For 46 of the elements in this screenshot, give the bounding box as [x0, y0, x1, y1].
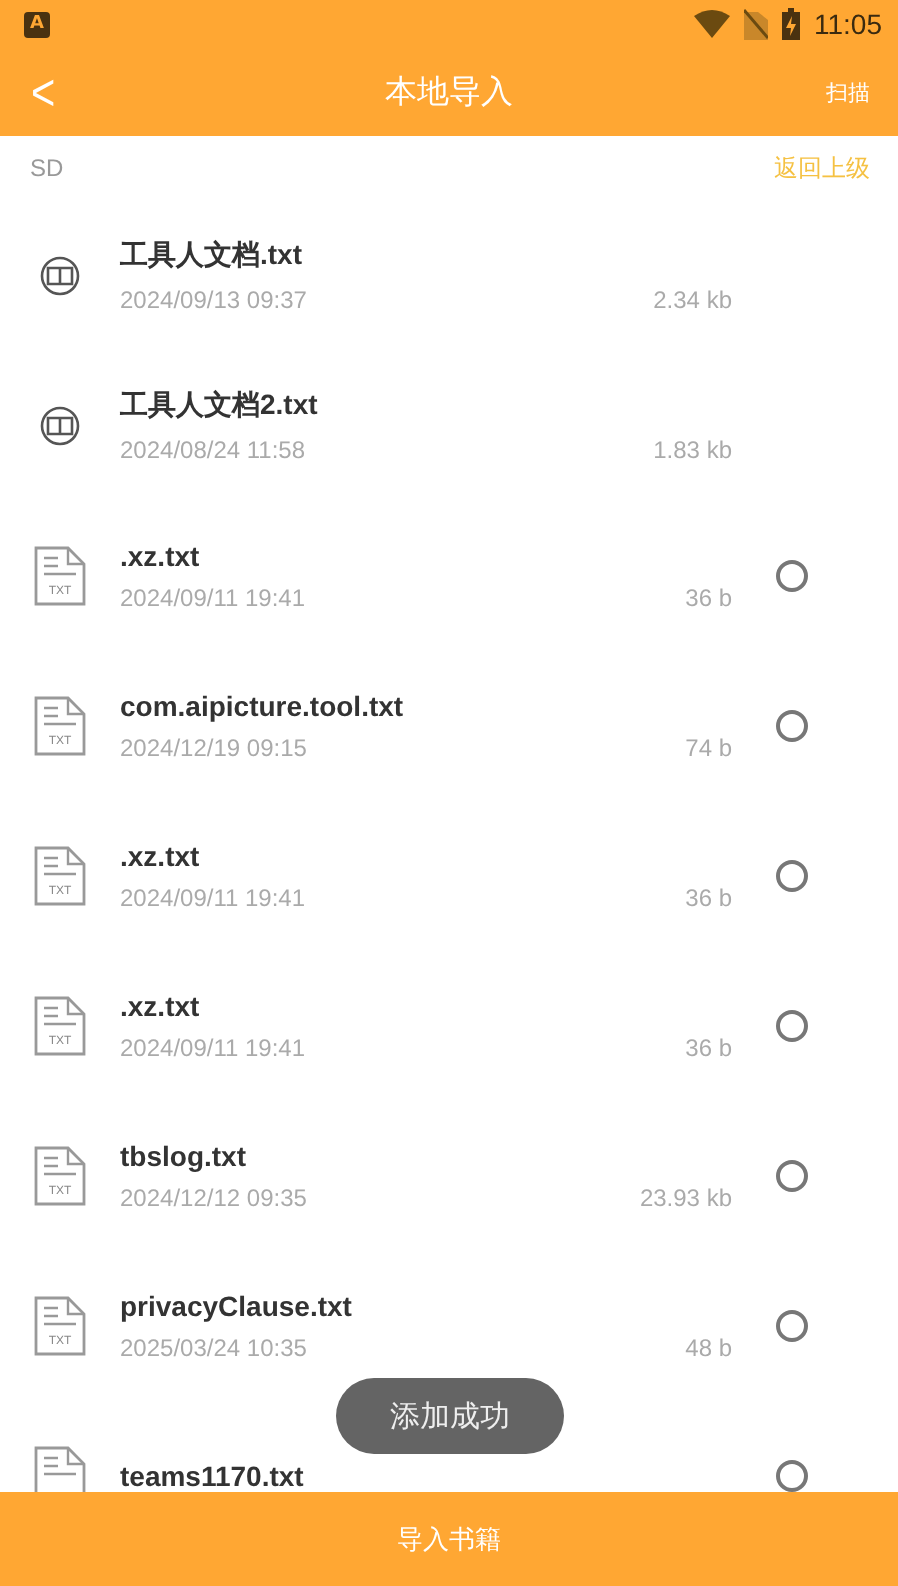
- file-date: 2024/09/13 09:37: [120, 285, 307, 313]
- file-name: tbslog.txt: [120, 1139, 248, 1171]
- scan-button[interactable]: 扫描: [798, 77, 898, 107]
- folder-path: SD: [30, 154, 64, 182]
- file-name: privacyClause.txt: [120, 1289, 354, 1321]
- parent-folder-link[interactable]: 返回上级: [774, 151, 870, 185]
- file-name: com.aipicture.tool.txt: [120, 689, 406, 721]
- file-size: 48 b: [685, 1333, 732, 1361]
- import-books-button[interactable]: 导入书籍: [0, 1492, 898, 1586]
- radio-button[interactable]: [776, 1009, 808, 1041]
- file-date: 2024/12/12 09:35: [120, 1183, 307, 1211]
- file-date: 2024/09/11 19:41: [120, 883, 306, 911]
- file-date: 2025/03/24 10:35: [120, 1333, 307, 1361]
- book-icon: [40, 405, 80, 445]
- radio-button[interactable]: [776, 1309, 808, 1341]
- book-icon: [40, 255, 80, 295]
- file-size: 1.83 kb: [653, 435, 732, 463]
- file-date: 2024/09/11 19:41: [120, 1033, 306, 1061]
- file-date: 2024/12/19 09:15: [120, 733, 307, 761]
- file-size: 2.34 kb: [653, 285, 732, 313]
- file-size: 23.93 kb: [639, 1183, 732, 1211]
- file-name: teams1170.txt: [120, 1459, 306, 1491]
- file-name: 工具人文档2.txt: [120, 387, 320, 423]
- file-size: 36 b: [685, 883, 732, 911]
- file-name: .xz.txt: [120, 839, 202, 871]
- file-size: 74 b: [685, 733, 732, 761]
- file-name: 工具人文档.txt: [120, 237, 304, 273]
- file-name: .xz.txt: [120, 989, 202, 1021]
- page-title: 本地导入: [385, 71, 513, 113]
- file-size: 36 b: [685, 583, 732, 611]
- no-sim-icon: [744, 8, 768, 40]
- battery-charging-icon: [782, 8, 800, 40]
- notification-icon: A: [24, 11, 50, 37]
- file-date: 2024/08/24 11:58: [120, 435, 306, 463]
- file-size: 36 b: [685, 1033, 732, 1061]
- radio-button[interactable]: [776, 859, 808, 891]
- file-date: 2024/09/11 19:41: [120, 583, 306, 611]
- back-button[interactable]: <: [8, 61, 78, 123]
- text-file-icon: [34, 1445, 86, 1492]
- wifi-icon: [694, 10, 730, 38]
- radio-button[interactable]: [776, 559, 808, 591]
- radio-button[interactable]: [776, 1159, 808, 1191]
- radio-button[interactable]: [776, 709, 808, 741]
- toast-message: 添加成功: [336, 1378, 564, 1454]
- clock-time: 11:05: [814, 8, 882, 40]
- file-name: .xz.txt: [120, 539, 202, 571]
